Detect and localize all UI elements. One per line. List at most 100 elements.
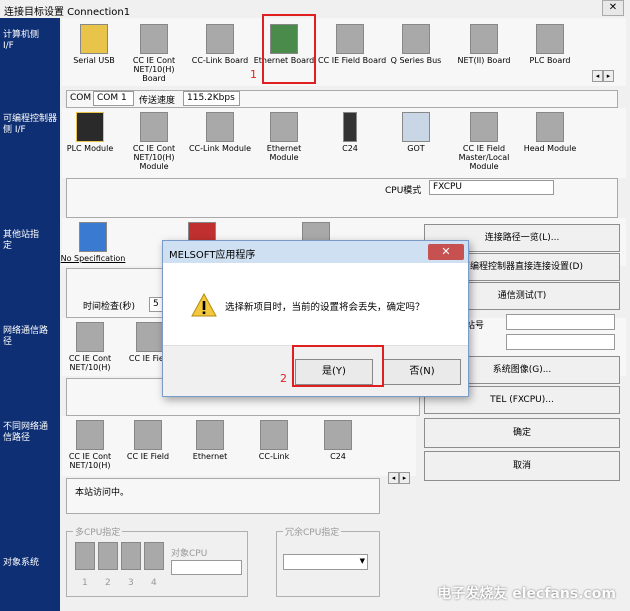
scroll-left-arrow[interactable]: ◂ — [592, 70, 603, 82]
dialog-title-bar: MELSOFT应用程序 ✕ — [163, 241, 468, 263]
pc-if-label: CC IE Field Board — [318, 56, 387, 65]
pc-if-label: Q Series Bus — [390, 56, 442, 65]
speed-field[interactable]: 115.2Kbps — [183, 91, 240, 106]
dialog-message: 选择新项目时，当前的设置将会丢失，确定吗？ — [225, 302, 425, 313]
diffnet-cc-ie-field[interactable]: CC IE Field — [116, 420, 180, 461]
cpu-slot[interactable] — [75, 542, 95, 570]
pc-if-label: PLC Board — [529, 56, 571, 65]
target-cpu-field[interactable] — [171, 560, 242, 575]
slot-number: 1 — [82, 578, 88, 588]
plc-if-plc-module[interactable]: PLC Module — [58, 112, 122, 153]
section-pc-if: 计算机侧 I/F — [3, 30, 40, 51]
left-section-panel: 计算机侧 I/F 可编程控制器侧 I/F 其他站指定 网络通信路径 不同网络通信… — [0, 18, 60, 611]
diffnet-cc-link[interactable]: CC-Link — [242, 420, 306, 461]
multi-cpu-group: 多CPU指定 1 2 3 4 对象CPU — [66, 525, 248, 597]
status-text: 本站访问中。 — [75, 488, 130, 498]
no-button[interactable]: 否(N) — [383, 359, 461, 385]
plc-if-label: CC IE Cont NET/10(H) Module — [132, 144, 176, 171]
scroll-left-arrow[interactable]: ◂ — [388, 472, 399, 484]
plc-if-cc-link[interactable]: CC-Link Module — [188, 112, 252, 153]
network-icon — [260, 420, 288, 450]
diffnet-ethernet[interactable]: Ethernet — [178, 420, 242, 461]
pc-if-plc-board[interactable]: PLC Board — [518, 24, 582, 65]
plc-if-head-module[interactable]: Head Module — [518, 112, 582, 153]
plc-if-label: GOT — [407, 144, 425, 153]
ok-button[interactable]: 确定 — [424, 418, 620, 448]
redundant-cpu-group: 冗余CPU指定 ▼ — [276, 525, 380, 597]
pc-if-cc-ie-cont[interactable]: CC IE Cont NET/10(H) Board — [122, 24, 186, 83]
diffnet-cc-ie-cont[interactable]: CC IE Cont NET/10(H) — [58, 420, 122, 470]
target-cpu-label: 对象CPU — [171, 549, 208, 559]
plc-if-cc-ie-cont[interactable]: CC IE Cont NET/10(H) Module — [122, 112, 186, 171]
redundant-cpu-title: 冗余CPU指定 — [283, 525, 342, 538]
plc-if-ethernet[interactable]: Ethernet Module — [252, 112, 316, 162]
com-label: COM — [70, 93, 92, 103]
slot-number: 2 — [105, 578, 111, 588]
com-bar: COM COM 1 传送速度 115.2Kbps — [66, 90, 618, 108]
cpu-mode-label: CPU模式 — [385, 186, 422, 196]
station-no-field[interactable] — [506, 314, 615, 330]
dialog-close-button[interactable]: ✕ — [428, 244, 464, 260]
pc-if-label: CC-Link Board — [191, 56, 249, 65]
scroll-right-arrow[interactable]: ▸ — [603, 70, 614, 82]
network-icon — [324, 420, 352, 450]
no-spec-label: No Specification — [60, 254, 126, 263]
network-icon — [196, 420, 224, 450]
redundant-cpu-select[interactable]: ▼ — [283, 554, 368, 570]
plc-if-label: Head Module — [523, 144, 577, 153]
cpu-slot[interactable] — [144, 542, 164, 570]
pc-if-row: Serial USB CC IE Cont NET/10(H) Board CC… — [62, 18, 626, 86]
pc-if-label: NET(II) Board — [457, 56, 511, 65]
section-target-system: 对象系统 — [3, 558, 40, 568]
plc-if-cc-ie-field[interactable]: CC IE Field Master/Local Module — [452, 112, 516, 171]
plc-if-label: Ethernet Module — [266, 144, 302, 162]
plc-if-row: PLC Module CC IE Cont NET/10(H) Module C… — [62, 108, 626, 178]
plc-if-got[interactable]: GOT — [384, 112, 448, 153]
dialog-title: MELSOFT应用程序 — [169, 250, 256, 261]
speed-label: 传送速度 — [139, 96, 176, 106]
pc-if-cc-link[interactable]: CC-Link Board — [188, 24, 252, 65]
net-label: CC IE Cont NET/10(H) — [68, 354, 112, 372]
board-icon — [336, 24, 364, 54]
cancel-button[interactable]: 取消 — [424, 451, 620, 481]
cpu-mode-field[interactable]: FXCPU — [429, 180, 554, 195]
module-icon — [536, 112, 564, 142]
station-no-field-2[interactable] — [506, 334, 615, 350]
warning-icon — [191, 293, 217, 317]
com-port-field[interactable]: COM 1 — [93, 91, 134, 106]
got-icon — [402, 112, 430, 142]
pc-if-label: CC IE Cont NET/10(H) Board — [132, 56, 176, 83]
chevron-down-icon: ▼ — [359, 557, 365, 565]
diffnet-label: C24 — [330, 452, 346, 461]
pc-if-cc-ie-field[interactable]: CC IE Field Board — [318, 24, 387, 65]
time-check-label: 时间检查(秒) — [83, 302, 136, 312]
pc-if-label: Serial USB — [73, 56, 115, 65]
diffnet-c24[interactable]: C24 — [306, 420, 370, 461]
module-icon — [206, 112, 234, 142]
scroll-right-arrow[interactable]: ▸ — [399, 472, 410, 484]
window-title: 连接目标设置 Connection1 — [4, 7, 131, 18]
cpu-slot[interactable] — [98, 542, 118, 570]
board-icon — [140, 24, 168, 54]
network-icon — [76, 322, 104, 352]
plc-if-c24[interactable]: C24 — [318, 112, 382, 153]
module-icon — [270, 112, 298, 142]
section-diff-network: 不同网络通信路径 — [3, 422, 49, 443]
status-panel: 本站访问中。 — [66, 478, 380, 514]
pc-if-serial-usb[interactable]: Serial USB — [62, 24, 126, 65]
board-icon — [536, 24, 564, 54]
pc-if-q-series-bus[interactable]: Q Series Bus — [384, 24, 448, 65]
board-icon — [470, 24, 498, 54]
plc-if-label: C24 — [342, 144, 358, 153]
window-close-button[interactable]: ✕ — [602, 0, 624, 16]
annotation-1: 1 — [250, 68, 257, 81]
computer-icon — [79, 222, 107, 252]
plc-if-label: PLC Module — [66, 144, 114, 153]
no-specification-option[interactable]: No Specification — [58, 222, 128, 263]
net-cc-ie-cont[interactable]: CC IE Cont NET/10(H) — [58, 322, 122, 372]
board-icon — [206, 24, 234, 54]
section-plc-if: 可编程控制器侧 I/F — [3, 114, 58, 135]
network-icon — [134, 420, 162, 450]
cpu-slot[interactable] — [121, 542, 141, 570]
pc-if-net-ii[interactable]: NET(II) Board — [452, 24, 516, 65]
